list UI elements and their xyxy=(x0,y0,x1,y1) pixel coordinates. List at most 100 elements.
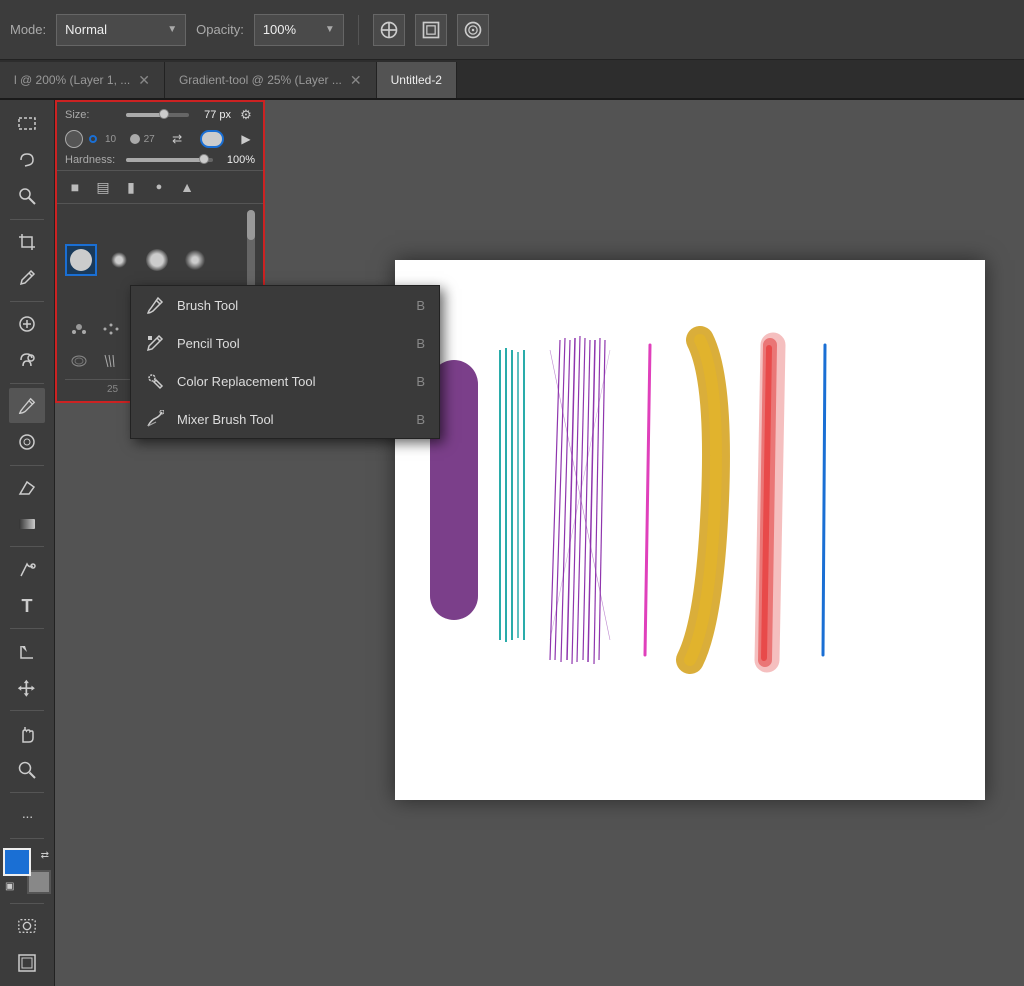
size-slider-thumb xyxy=(159,109,169,119)
clone-tool-button[interactable] xyxy=(9,343,45,378)
tab-2-close-icon[interactable]: ✕ xyxy=(350,73,362,87)
separator-9 xyxy=(10,838,44,839)
eraser-icon xyxy=(17,478,37,498)
new-preset-icon[interactable]: ▶ xyxy=(237,130,255,148)
menu-item-brush[interactable]: Brush Tool B xyxy=(131,286,439,324)
preset-circle-3 xyxy=(146,249,168,271)
menu-brush-icon xyxy=(145,295,165,315)
brush-preset-4[interactable] xyxy=(179,244,211,276)
num-10: 10 xyxy=(105,134,116,145)
gradient-tool-button[interactable] xyxy=(9,507,45,542)
path-select-icon xyxy=(17,642,37,662)
zoom-tool-button[interactable] xyxy=(9,753,45,788)
foreground-color-swatch[interactable] xyxy=(3,848,31,876)
bottom-num-25: 25 xyxy=(107,384,118,395)
feather-brush-icon xyxy=(68,350,90,372)
move-tool-button[interactable] xyxy=(9,671,45,706)
brush-selected-indicator xyxy=(89,135,97,143)
mode-value: Normal xyxy=(65,22,107,37)
preset-icon-6[interactable] xyxy=(65,347,93,375)
eyedropper-tool-button[interactable] xyxy=(9,261,45,296)
reset-colors-icon[interactable]: ▣ xyxy=(5,881,14,892)
tab-1[interactable]: l @ 200% (Layer 1, ... ✕ xyxy=(0,62,165,98)
stroke-red-glow xyxy=(764,345,773,660)
brush-preset-3[interactable] xyxy=(141,244,173,276)
color-replace-menu-icon xyxy=(146,372,164,390)
brush-preset-2[interactable] xyxy=(103,244,135,276)
clone-icon xyxy=(17,350,37,370)
mixer-menu-icon xyxy=(146,410,164,428)
crop-tool-button[interactable] xyxy=(9,225,45,260)
select-icon xyxy=(17,186,37,206)
heal-icon xyxy=(17,314,37,334)
quick-mask-button[interactable] xyxy=(9,909,45,944)
scatter-brush-icon xyxy=(68,318,90,340)
brush-size-circle-med xyxy=(130,134,140,144)
brush-tool-icon xyxy=(17,396,37,416)
crop-icon xyxy=(17,232,37,252)
scroll-thumb xyxy=(247,210,255,240)
dual-brush-icon[interactable]: ▮ xyxy=(119,175,143,199)
size-slider[interactable] xyxy=(126,113,189,117)
stroke-pink-line xyxy=(645,345,650,655)
select-tool-button[interactable] xyxy=(9,179,45,214)
hardness-label: Hardness: xyxy=(65,154,120,166)
screen-mode-button[interactable] xyxy=(9,945,45,980)
num-27: 27 xyxy=(144,134,155,145)
tab-1-close-icon[interactable]: ✕ xyxy=(138,73,150,87)
stroke-yellow-thick xyxy=(690,340,716,660)
menu-item-color-replace[interactable]: Color Replacement Tool B xyxy=(131,362,439,400)
heal-tool-button[interactable] xyxy=(9,306,45,341)
tab-2[interactable]: Gradient-tool @ 25% (Layer ... ✕ xyxy=(165,62,377,98)
transfer-icon[interactable]: ▲ xyxy=(175,175,199,199)
preset-icon-2[interactable] xyxy=(97,315,125,343)
canvas-icon xyxy=(421,20,441,40)
panel-settings-icon[interactable]: ⚙ xyxy=(237,106,255,124)
menu-item-pencil[interactable]: Pencil Tool B xyxy=(131,324,439,362)
canvas-container[interactable] xyxy=(395,260,985,800)
brush-menu-icon xyxy=(146,296,164,314)
history-brush-button[interactable] xyxy=(9,425,45,460)
brush-tool-button[interactable] xyxy=(9,388,45,423)
eraser-tool-button[interactable] xyxy=(9,470,45,505)
canvas-button[interactable] xyxy=(415,14,447,46)
flip-x-icon[interactable]: ⇄ xyxy=(168,130,186,148)
color-dynamics-icon[interactable]: ● xyxy=(147,175,171,199)
brush-settings-button[interactable] xyxy=(373,14,405,46)
separator-6 xyxy=(10,628,44,629)
zoom-icon xyxy=(17,760,37,780)
top-toolbar: Mode: Normal ▼ Opacity: 100% ▼ xyxy=(0,0,1024,60)
swap-colors-icon[interactable]: ⇄ xyxy=(41,850,49,861)
hardness-row: Hardness: 100% xyxy=(57,150,263,170)
marquee-tool-button[interactable] xyxy=(9,106,45,141)
menu-item-mixer[interactable]: Mixer Brush Tool B xyxy=(131,400,439,438)
scatter-icon[interactable]: ■ xyxy=(63,175,87,199)
tab-2-label: Gradient-tool @ 25% (Layer ... xyxy=(179,73,342,87)
more-tools-button[interactable]: ··· xyxy=(9,798,45,833)
menu-brush-shortcut: B xyxy=(416,298,425,313)
tab-3-label: Untitled-2 xyxy=(391,73,442,87)
separator-5 xyxy=(10,546,44,547)
hardness-slider[interactable] xyxy=(126,158,213,162)
hand-tool-button[interactable] xyxy=(9,716,45,751)
brush-preset-selected[interactable] xyxy=(65,244,97,276)
tab-3[interactable]: Untitled-2 xyxy=(377,62,457,98)
preset-circle-1 xyxy=(70,249,92,271)
color-swatches[interactable]: ⇄ ▣ xyxy=(3,848,51,894)
preset-icon-1[interactable] xyxy=(65,315,93,343)
opacity-dropdown[interactable]: 100% ▼ xyxy=(254,14,344,46)
text-tool-button[interactable]: T xyxy=(9,589,45,624)
preset-icon-7[interactable] xyxy=(97,347,125,375)
path-select-button[interactable] xyxy=(9,634,45,669)
pen-tool-button[interactable] xyxy=(9,552,45,587)
separator-2 xyxy=(10,301,44,302)
mode-dropdown[interactable]: Normal ▼ xyxy=(56,14,186,46)
hand-icon xyxy=(17,724,37,744)
brush-strokes-canvas xyxy=(395,260,985,800)
hardness-slider-fill xyxy=(126,158,204,162)
menu-mixer-shortcut: B xyxy=(416,412,425,427)
texture-icon[interactable]: ▤ xyxy=(91,175,115,199)
target-button[interactable] xyxy=(457,14,489,46)
stroke-purple-scratchy xyxy=(550,336,610,664)
lasso-tool-button[interactable] xyxy=(9,143,45,178)
